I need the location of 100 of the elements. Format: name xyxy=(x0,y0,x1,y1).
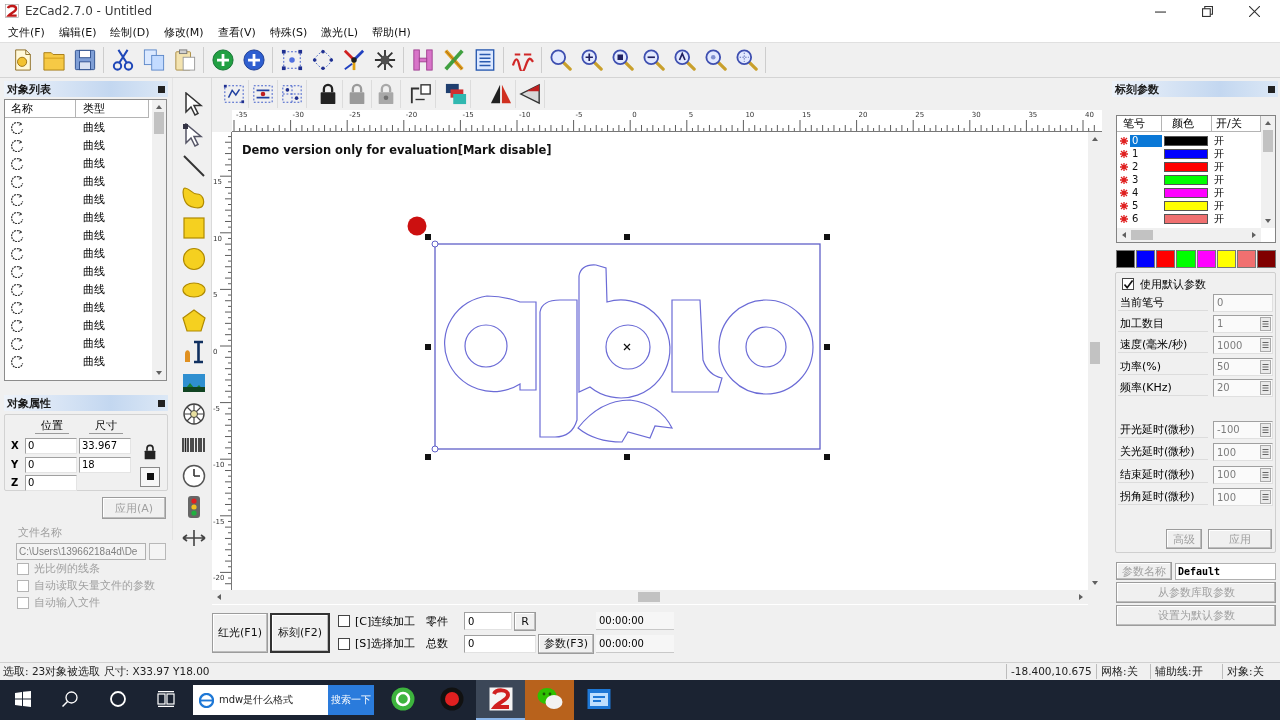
taskbar-app[interactable] xyxy=(476,680,525,720)
search-field[interactable]: mdw是什么格式 xyxy=(193,685,328,715)
column-header[interactable]: 类型 xyxy=(76,100,149,118)
color-swatch[interactable] xyxy=(1196,250,1216,268)
zoom-fit-icon[interactable] xyxy=(735,49,758,71)
color-swatch[interactable] xyxy=(1236,250,1256,268)
base-point-button[interactable] xyxy=(140,466,160,487)
plus-circle-icon[interactable] xyxy=(211,49,234,71)
reset-button[interactable]: R xyxy=(514,611,536,631)
cut-icon[interactable] xyxy=(111,49,134,71)
image-icon[interactable] xyxy=(182,371,206,395)
menu-item[interactable]: 查看(V) xyxy=(210,24,263,40)
menu-item[interactable]: 帮助(H) xyxy=(365,24,418,40)
list-icon[interactable] xyxy=(473,49,496,71)
zoom-in-icon[interactable] xyxy=(580,49,603,71)
hatch-bars-icon[interactable] xyxy=(411,49,434,71)
search-button[interactable]: 搜索一下 xyxy=(328,685,374,715)
timer-icon[interactable] xyxy=(182,464,206,488)
column-header[interactable]: 开/关 xyxy=(1212,116,1261,132)
triangle-flag-icon[interactable] xyxy=(519,83,541,105)
lock-icon[interactable] xyxy=(142,442,158,461)
menu-item[interactable]: 文件(F) xyxy=(1,24,52,40)
plus-circle-icon[interactable] xyxy=(242,49,265,71)
text-tool-icon[interactable] xyxy=(182,340,206,364)
color-swatch[interactable] xyxy=(1156,250,1176,268)
color-swatch[interactable] xyxy=(1216,250,1236,268)
zoom-out-icon[interactable] xyxy=(642,49,665,71)
save-icon[interactable] xyxy=(73,49,96,71)
size-field[interactable]: 33.967 xyxy=(79,437,131,454)
copy-icon[interactable] xyxy=(142,49,165,71)
dotted-select-icon[interactable] xyxy=(223,83,245,105)
column-header[interactable]: 名称 xyxy=(5,100,76,118)
menu-item[interactable]: 绘制(D) xyxy=(103,24,157,40)
part-field[interactable]: 0 xyxy=(464,612,512,630)
pen-number[interactable]: 0 xyxy=(1130,134,1162,147)
color-swatch[interactable] xyxy=(1136,250,1156,268)
zoom-icon[interactable] xyxy=(549,49,572,71)
column-header[interactable]: 笔号 xyxy=(1117,116,1162,132)
menu-item[interactable]: 修改(M) xyxy=(156,24,211,40)
curve-blob-icon[interactable] xyxy=(182,185,206,209)
close-icon[interactable] xyxy=(158,399,165,407)
pen-number[interactable]: 1 xyxy=(1130,147,1162,160)
horizontal-scrollbar[interactable] xyxy=(1117,228,1261,242)
zoom-select-icon[interactable] xyxy=(611,49,634,71)
size-field[interactable]: 18 xyxy=(79,456,131,473)
close-icon[interactable] xyxy=(1249,5,1260,17)
position-field[interactable]: 0 xyxy=(25,437,77,454)
handle-icon[interactable] xyxy=(624,234,630,240)
total-field[interactable]: 0 xyxy=(464,634,536,653)
handle-icon[interactable] xyxy=(425,344,431,350)
menu-item[interactable]: 特殊(S) xyxy=(262,24,315,40)
handle-icon[interactable] xyxy=(425,234,431,240)
position-field[interactable]: 0 xyxy=(25,456,77,473)
handle-icon[interactable] xyxy=(824,344,830,350)
handle-icon[interactable] xyxy=(624,454,630,460)
handle-icon[interactable] xyxy=(824,234,830,240)
cross-tools-icon[interactable] xyxy=(442,49,465,71)
mark-button[interactable]: 标刻(F2) xyxy=(270,612,330,653)
dotted-group-icon[interactable] xyxy=(252,83,274,105)
node-box-icon[interactable] xyxy=(410,83,432,105)
pen-number[interactable]: 6 xyxy=(1130,212,1162,225)
mirror-icon[interactable] xyxy=(490,83,512,105)
polygon-icon[interactable] xyxy=(182,309,206,333)
app-logo-icon[interactable] xyxy=(488,687,513,711)
vertical-scrollbar[interactable] xyxy=(152,100,166,380)
paste-icon[interactable] xyxy=(173,49,196,71)
column-header[interactable]: 颜色 xyxy=(1162,116,1212,132)
vertical-scrollbar[interactable] xyxy=(1261,116,1275,228)
close-icon[interactable] xyxy=(158,85,165,93)
pen-number[interactable]: 4 xyxy=(1130,186,1162,199)
record-icon[interactable] xyxy=(439,687,464,711)
task-view-icon[interactable] xyxy=(157,691,175,707)
color-swatch[interactable] xyxy=(1176,250,1196,268)
stacked-rects-icon[interactable] xyxy=(445,83,467,105)
menu-item[interactable]: 编辑(E) xyxy=(51,24,104,40)
pen-number[interactable]: 3 xyxy=(1130,173,1162,186)
zoom-icon[interactable] xyxy=(704,49,727,71)
colored-nodes-icon[interactable] xyxy=(342,49,365,71)
pen-number[interactable]: 2 xyxy=(1130,160,1162,173)
start-icon[interactable] xyxy=(15,691,31,707)
folder-icon[interactable] xyxy=(42,49,65,71)
chat-bubbles-icon[interactable] xyxy=(536,687,563,711)
dotted-nodes-icon[interactable] xyxy=(311,49,334,71)
color-swatch[interactable] xyxy=(1116,250,1136,268)
node-cluster-icon[interactable] xyxy=(373,49,396,71)
checkbox[interactable] xyxy=(338,637,350,650)
color-swatch[interactable] xyxy=(1256,250,1276,268)
checkbox[interactable] xyxy=(338,615,350,627)
pen-number[interactable]: 5 xyxy=(1130,199,1162,212)
zoom-all-icon[interactable] xyxy=(673,49,696,71)
preview-button[interactable]: 红光(F1) xyxy=(212,612,268,653)
dotted-frame-icon[interactable] xyxy=(280,49,303,71)
checkbox[interactable] xyxy=(1122,278,1134,290)
window-icon[interactable] xyxy=(586,687,611,711)
orb-icon[interactable] xyxy=(390,687,415,711)
restore-icon[interactable] xyxy=(1202,5,1213,17)
position-field[interactable]: 0 xyxy=(25,474,77,491)
handle-icon[interactable] xyxy=(425,454,431,460)
handle-icon[interactable] xyxy=(824,454,830,460)
menu-item[interactable]: 激光(L) xyxy=(314,24,365,40)
